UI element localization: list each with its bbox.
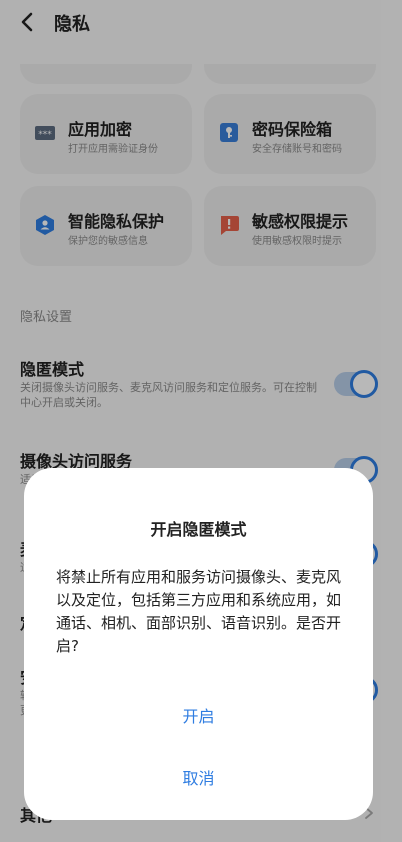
confirm-button[interactable]: 开启 <box>24 703 373 727</box>
dialog-title: 开启隐匿模式 <box>150 520 247 539</box>
cancel-button[interactable]: 取消 <box>24 765 373 789</box>
incognito-dialog: 开启隐匿模式 将禁止所有应用和服务访问摄像头、麦克风以及定位，包括第三方应用和系… <box>24 468 373 820</box>
dialog-body: 将禁止所有应用和服务访问摄像头、麦克风以及定位，包括第三方应用和系统应用，如通话… <box>56 568 342 655</box>
